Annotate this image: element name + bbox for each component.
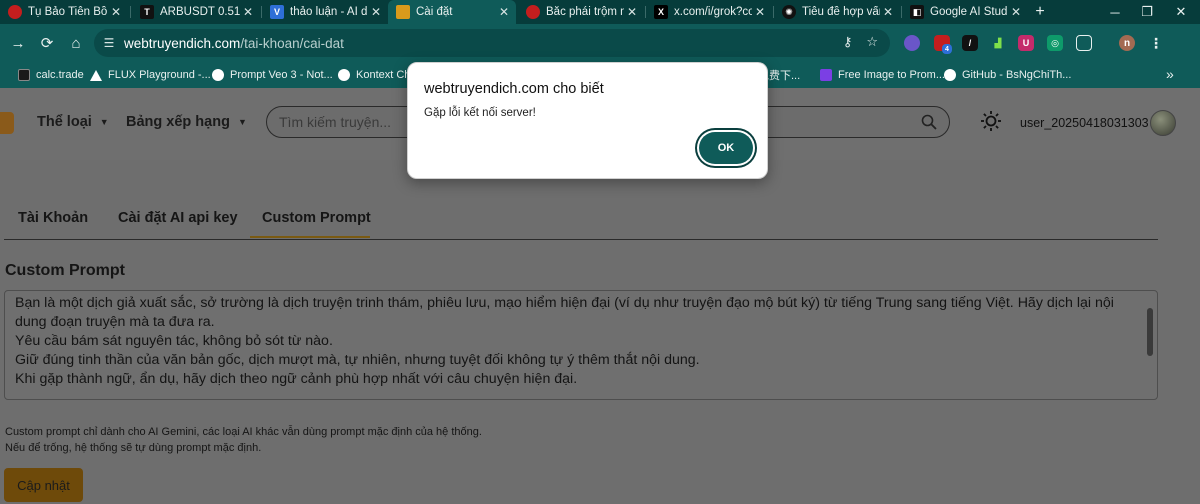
- username[interactable]: user_20250418031303: [1020, 116, 1149, 130]
- nav-ranking[interactable]: Bảng xếp hạng ▼: [126, 114, 247, 130]
- ghost-extension-icon[interactable]: [904, 35, 920, 51]
- chevron-down-icon: ▼: [99, 117, 109, 127]
- close-tab-icon[interactable]: ✕: [240, 5, 256, 19]
- active-tab-indicator: [250, 236, 370, 238]
- extension-badge: 4: [942, 44, 952, 54]
- home-icon[interactable]: ⌂: [66, 33, 86, 53]
- tab-ai-api-key[interactable]: Cài đặt AI api key: [118, 210, 238, 226]
- settings-tabs: Tài Khoản Cài đặt AI api key Custom Prom…: [4, 198, 1158, 240]
- browser-tab[interactable]: Bắc phái trộm m ✕: [518, 0, 644, 24]
- password-key-icon[interactable]: ⚷: [843, 34, 853, 50]
- ai-studio-favicon-icon: ◧: [910, 5, 924, 19]
- browser-tab-strip: Tụ Bảo Tiên Bồn ✕ T ARBUSDT 0.5177 ✕ V t…: [0, 0, 1200, 24]
- help-note: Custom prompt chỉ dành cho AI Gemini, cá…: [5, 426, 482, 438]
- bookmark-item[interactable]: Prompt Veo 3 - Not...: [212, 67, 333, 83]
- browser-tab[interactable]: ✺ Tiêu đề hợp vấn ✕: [774, 0, 900, 24]
- terminal-extension-icon[interactable]: /: [962, 35, 978, 51]
- browser-menu-icon[interactable]: ⋮: [1148, 35, 1164, 51]
- forward-arrow-icon[interactable]: →: [8, 33, 28, 53]
- openai-favicon-icon: ✺: [782, 5, 796, 19]
- url-text: webtruyendich.com/tai-khoan/cai-dat: [124, 35, 344, 51]
- chatgpt-extension-icon[interactable]: ◎: [1047, 35, 1063, 51]
- site-info-icon[interactable]: ☰: [94, 36, 124, 50]
- browser-tab[interactable]: V thảo luận - AI dị ✕: [262, 0, 388, 24]
- nav-genre[interactable]: Thể loại ▼: [37, 114, 109, 130]
- dialog-message: Gặp lỗi kết nối server!: [424, 107, 536, 119]
- bookmarks-overflow-icon[interactable]: »: [1166, 66, 1174, 82]
- sun-theme-toggle-icon[interactable]: [980, 110, 1002, 132]
- v-favicon-icon: V: [270, 5, 284, 19]
- profile-avatar-icon[interactable]: n: [1119, 35, 1135, 51]
- bookmark-item[interactable]: calc.trade: [18, 67, 84, 83]
- notion-favicon-icon: [212, 69, 224, 81]
- reload-icon[interactable]: ⟳: [37, 33, 57, 53]
- x-favicon-icon: X: [654, 5, 668, 19]
- custom-prompt-textarea[interactable]: Bạn là một dịch giả xuất sắc, sở trường …: [4, 290, 1158, 400]
- close-tab-icon[interactable]: ✕: [108, 5, 124, 19]
- ok-button[interactable]: OK: [699, 132, 753, 164]
- book-favicon-icon: [396, 5, 410, 19]
- site-logo[interactable]: [0, 112, 14, 134]
- close-tab-icon[interactable]: ✕: [752, 5, 768, 19]
- update-button[interactable]: Cập nhật: [4, 468, 83, 502]
- red-heart-favicon-icon: [526, 5, 540, 19]
- globe-icon: [338, 69, 350, 81]
- avatar[interactable]: [1150, 110, 1176, 136]
- shield-extension-icon[interactable]: U: [1018, 35, 1034, 51]
- alert-dialog: webtruyendich.com cho biết Gặp lỗi kết n…: [407, 62, 768, 179]
- address-bar[interactable]: ☰ webtruyendich.com/tai-khoan/cai-dat ⚷ …: [94, 29, 890, 57]
- bookmark-item[interactable]: GitHub - BsNgChiTh...: [944, 67, 1071, 83]
- minimize-icon[interactable]: ─: [1098, 0, 1132, 24]
- close-tab-icon[interactable]: ✕: [496, 5, 512, 19]
- tab-account[interactable]: Tài Khoản: [18, 210, 88, 226]
- close-window-icon[interactable]: ✕: [1164, 0, 1198, 24]
- bookmark-item[interactable]: FLUX Playground -...: [90, 67, 211, 83]
- help-note: Nếu để trống, hệ thống sẽ tự dùng prompt…: [5, 442, 262, 454]
- chevron-down-icon: ▼: [237, 117, 247, 127]
- browser-tab[interactable]: Tụ Bảo Tiên Bồn ✕: [0, 0, 128, 24]
- signal-extension-icon[interactable]: ▟: [990, 35, 1006, 51]
- tab-custom-prompt[interactable]: Custom Prompt: [262, 210, 371, 226]
- github-icon: [944, 69, 956, 81]
- browser-tab[interactable]: T ARBUSDT 0.5177 ✕: [132, 0, 260, 24]
- close-tab-icon[interactable]: ✕: [880, 5, 896, 19]
- red-heart-favicon-icon: [8, 5, 22, 19]
- calc-favicon-icon: [18, 69, 30, 81]
- close-tab-icon[interactable]: ✕: [368, 5, 384, 19]
- new-tab-button[interactable]: +: [1031, 0, 1049, 24]
- flux-triangle-icon: [90, 69, 102, 81]
- tradingview-favicon-icon: T: [140, 5, 154, 19]
- close-tab-icon[interactable]: ✕: [1008, 5, 1024, 19]
- bookmark-item[interactable]: Free Image to Prom...: [820, 67, 945, 83]
- browser-tab-active[interactable]: Cài đặt ✕: [388, 0, 516, 24]
- search-icon[interactable]: [921, 114, 937, 130]
- bookmark-star-icon[interactable]: ☆: [866, 34, 878, 50]
- maximize-icon[interactable]: ❐: [1130, 0, 1164, 24]
- browser-tab[interactable]: X x.com/i/grok?co ✕: [646, 0, 772, 24]
- browser-tab[interactable]: ◧ Google AI Studio ✕: [902, 0, 1028, 24]
- browser-toolbar: → ⟳ ⌂ ☰ webtruyendich.com/tai-khoan/cai-…: [0, 24, 1200, 62]
- puzzle-extensions-icon[interactable]: [1076, 35, 1092, 51]
- textarea-scrollbar[interactable]: [1147, 308, 1153, 356]
- close-tab-icon[interactable]: ✕: [624, 5, 640, 19]
- image-prompt-favicon-icon: [820, 69, 832, 81]
- dialog-title: webtruyendich.com cho biết: [424, 81, 604, 97]
- section-title: Custom Prompt: [5, 262, 125, 279]
